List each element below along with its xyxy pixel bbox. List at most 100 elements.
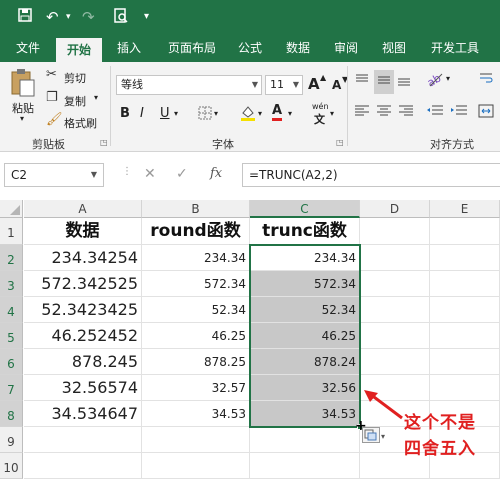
format-painter-icon[interactable]: 🖌 (46, 112, 63, 127)
copy-button[interactable]: 复制 (64, 93, 86, 109)
phonetic-guide-button[interactable]: wén (312, 102, 329, 111)
cell-c4[interactable]: 52.34 (250, 297, 360, 323)
row-header-10[interactable]: 10 (0, 453, 23, 479)
paste-icon[interactable] (10, 68, 36, 102)
column-header-d[interactable]: D (360, 200, 430, 218)
cell-d3[interactable] (360, 271, 430, 297)
cell-a8[interactable]: 34.534647 (24, 401, 142, 427)
cell-e3[interactable] (430, 271, 500, 297)
copy-dropdown-icon[interactable]: ▾ (94, 93, 98, 102)
copy-icon[interactable]: ❐ (46, 90, 58, 105)
cell-e7[interactable] (430, 375, 500, 401)
orientation-icon[interactable]: ab (425, 70, 444, 92)
cut-button[interactable]: 剪切 (64, 70, 86, 86)
column-header-a[interactable]: A (24, 200, 142, 218)
cell-b9[interactable] (142, 427, 250, 453)
redo-icon[interactable]: ↷ (82, 8, 95, 26)
cell-b10[interactable] (142, 453, 250, 479)
orientation-dropdown-icon[interactable]: ▾ (446, 74, 450, 83)
tab-developer[interactable]: 开发工具 (422, 34, 488, 62)
row-header-9[interactable]: 9 (0, 427, 23, 453)
cell-b3[interactable]: 572.34 (142, 271, 250, 297)
align-right-icon[interactable] (398, 104, 414, 122)
cell-e6[interactable] (430, 349, 500, 375)
cell-a10[interactable] (24, 453, 142, 479)
tab-data[interactable]: 数据 (278, 34, 318, 62)
row-header-2[interactable]: 2 (0, 245, 23, 271)
tab-view[interactable]: 视图 (374, 34, 414, 62)
row-header-6[interactable]: 6 (0, 349, 23, 375)
cell-a9[interactable] (24, 427, 142, 453)
cell-d1[interactable] (360, 218, 430, 245)
tab-page-layout[interactable]: 页面布局 (158, 34, 226, 62)
font-name-select[interactable]: 等线 ▼ (116, 75, 262, 95)
cell-a2[interactable]: 234.34254 (24, 245, 142, 271)
underline-button[interactable]: U (160, 106, 170, 121)
name-box[interactable]: C2 ▼ (4, 163, 104, 187)
cell-b1[interactable]: round函数 (142, 218, 250, 245)
cell-e4[interactable] (430, 297, 500, 323)
cell-d5[interactable] (360, 323, 430, 349)
insert-function-icon[interactable]: fx (210, 166, 222, 181)
merge-center-icon[interactable] (478, 104, 494, 122)
decrease-indent-icon[interactable] (426, 104, 444, 122)
cell-c5[interactable]: 46.25 (250, 323, 360, 349)
cell-c7[interactable]: 32.56 (250, 375, 360, 401)
italic-button[interactable]: I (140, 106, 144, 121)
bold-button[interactable]: B (120, 106, 130, 121)
borders-dropdown-icon[interactable]: ▾ (214, 109, 218, 118)
cell-c3[interactable]: 572.34 (250, 271, 360, 297)
cut-icon[interactable]: ✂ (46, 67, 57, 82)
phonetic-dropdown-icon[interactable]: ▾ (330, 109, 334, 118)
font-color-button[interactable]: A (272, 104, 283, 121)
row-header-3[interactable]: 3 (0, 271, 23, 297)
font-size-select[interactable]: 11 ▼ (265, 75, 303, 95)
row-header-4[interactable]: 4 (0, 297, 23, 323)
cell-e1[interactable] (430, 218, 500, 245)
borders-icon[interactable] (198, 106, 212, 124)
align-bottom-icon[interactable] (396, 72, 412, 92)
cancel-icon[interactable]: ✕ (144, 166, 156, 182)
column-header-b[interactable]: B (142, 200, 250, 218)
save-icon[interactable] (18, 8, 32, 26)
formula-input[interactable]: =TRUNC(A2,2) (242, 163, 500, 187)
cell-b8[interactable]: 34.53 (142, 401, 250, 427)
row-header-7[interactable]: 7 (0, 375, 23, 401)
cell-c9[interactable] (250, 427, 360, 453)
align-middle-icon[interactable] (374, 70, 394, 94)
fill-color-dropdown-icon[interactable]: ▾ (258, 109, 262, 118)
cell-e5[interactable] (430, 323, 500, 349)
tab-formulas[interactable]: 公式 (230, 34, 270, 62)
undo-dropdown-icon[interactable]: ▾ (66, 8, 71, 26)
cell-a4[interactable]: 52.3423425 (24, 297, 142, 323)
worksheet-grid[interactable]: A B C D E 1 2 3 4 5 6 7 8 9 10 数据 round函… (0, 196, 500, 481)
row-header-8[interactable]: 8 (0, 401, 23, 427)
enter-icon[interactable]: ✓ (176, 166, 188, 182)
row-header-5[interactable]: 5 (0, 323, 23, 349)
font-color-dropdown-icon[interactable]: ▾ (288, 109, 292, 118)
cell-b4[interactable]: 52.34 (142, 297, 250, 323)
cell-b2[interactable]: 234.34 (142, 245, 250, 271)
cell-e2[interactable] (430, 245, 500, 271)
cell-a5[interactable]: 46.252452 (24, 323, 142, 349)
paste-dropdown-icon[interactable]: ▾ (20, 114, 24, 123)
cell-c8[interactable]: 34.53 (250, 401, 360, 427)
cell-b5[interactable]: 46.25 (142, 323, 250, 349)
align-left-icon[interactable] (354, 104, 370, 122)
clipboard-launcher-icon[interactable]: ◳ (100, 138, 108, 147)
cell-a7[interactable]: 32.56574 (24, 375, 142, 401)
cell-d4[interactable] (360, 297, 430, 323)
cell-d6[interactable] (360, 349, 430, 375)
underline-dropdown-icon[interactable]: ▾ (174, 109, 178, 118)
tab-review[interactable]: 审阅 (326, 34, 366, 62)
fill-color-icon[interactable] (240, 104, 256, 126)
cell-b6[interactable]: 878.25 (142, 349, 250, 375)
cell-c1[interactable]: trunc函数 (250, 218, 360, 245)
cell-a3[interactable]: 572.342525 (24, 271, 142, 297)
customize-qat-icon[interactable]: ▾ (144, 8, 149, 26)
auto-fill-options-button[interactable] (362, 427, 380, 443)
align-center-icon[interactable] (376, 104, 392, 122)
undo-icon[interactable]: ↶ (46, 8, 59, 26)
increase-font-button[interactable]: A (308, 75, 320, 93)
select-all-corner[interactable] (0, 200, 23, 218)
